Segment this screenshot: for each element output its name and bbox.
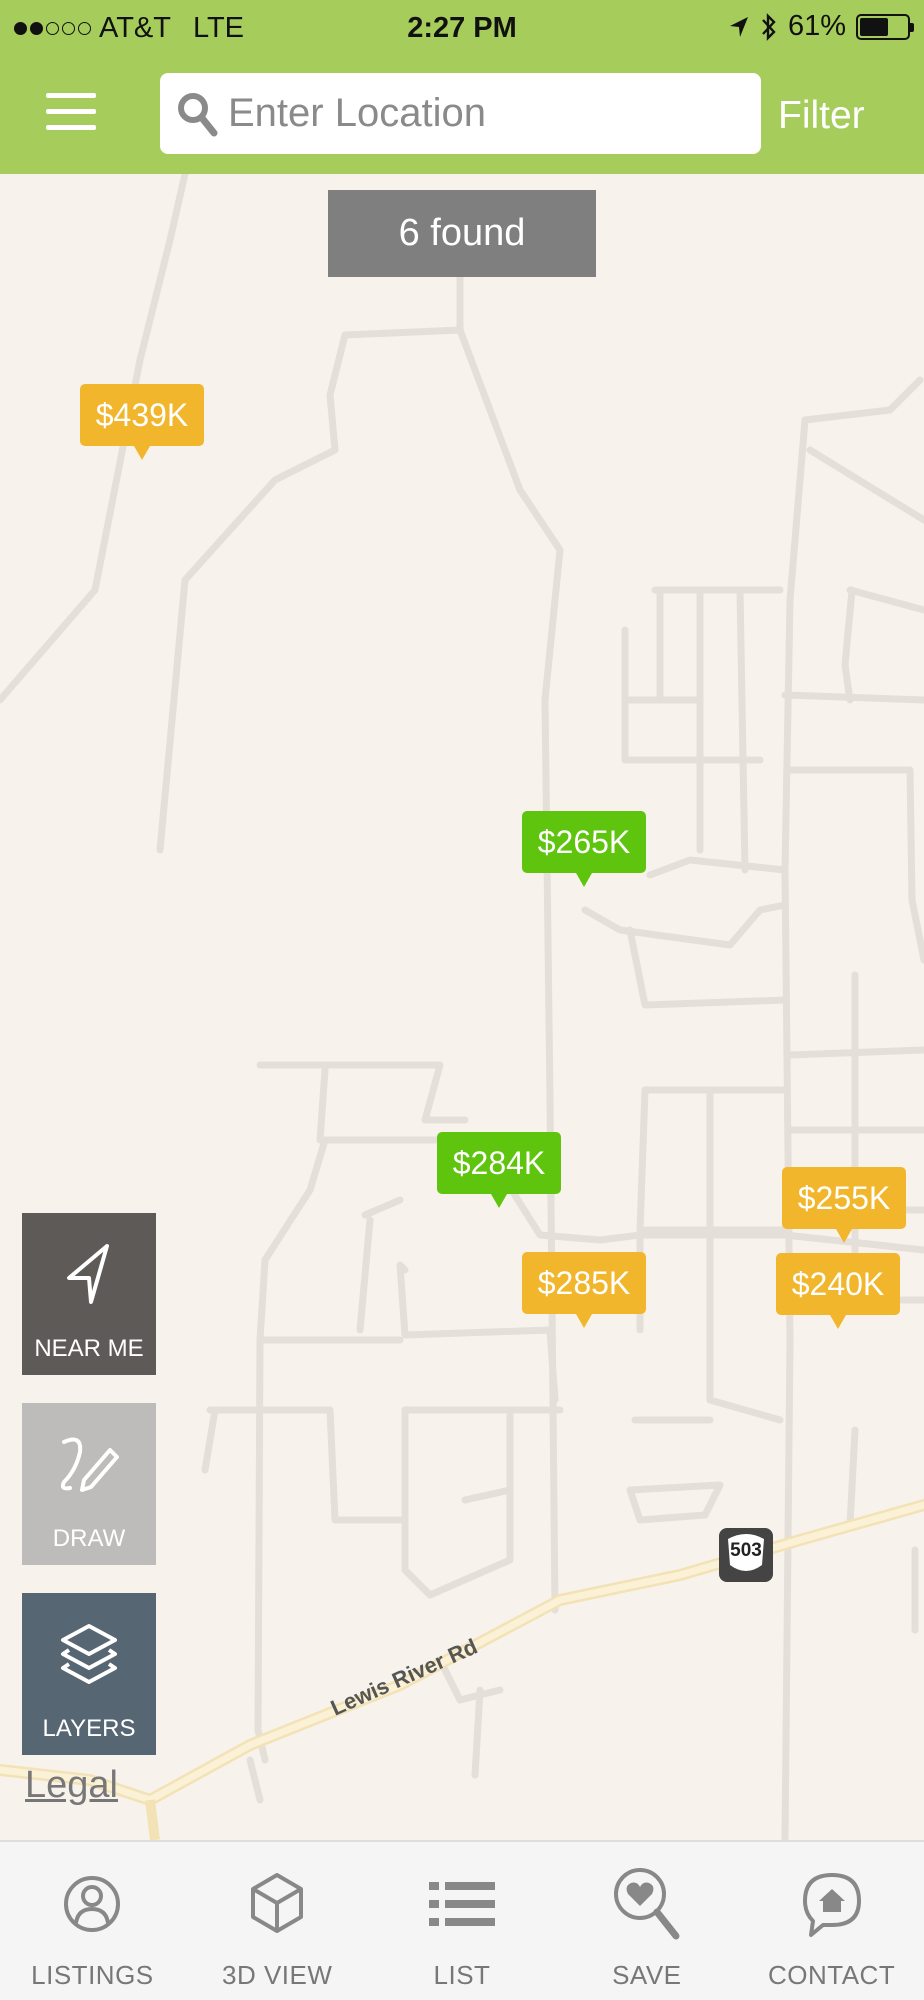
battery-percent: 61% [787, 10, 846, 42]
app: AT&T LTE 2:27 PM 61% Filter [0, 0, 924, 2000]
price-marker[interactable]: $240K [776, 1253, 900, 1329]
bluetooth-icon [762, 12, 776, 41]
near-me-button[interactable]: NEAR ME [22, 1213, 156, 1375]
location-search-input[interactable] [228, 91, 748, 136]
price-marker[interactable]: $285K [522, 1252, 646, 1328]
tab-3d-view[interactable]: 3D VIEW [185, 1842, 370, 2000]
search-icon [178, 92, 218, 136]
layers-label: LAYERS [42, 1715, 136, 1742]
bottom-tab-bar: LISTINGS 3D VIEW LIST SAVE CONTACT [0, 1840, 924, 2000]
layers-icon [61, 1624, 117, 1684]
tab-label: LIST [433, 1960, 491, 1990]
heart-search-icon [613, 1868, 680, 1940]
results-count-banner: 6 found [328, 190, 596, 277]
price-marker[interactable]: $439K [80, 384, 204, 460]
list-icon [428, 1882, 495, 1926]
location-arrow-icon [729, 16, 748, 37]
status-bar: AT&T LTE 2:27 PM 61% [0, 0, 924, 58]
route-number: 503 [730, 1540, 762, 1561]
tab-label: 3D VIEW [221, 1960, 333, 1990]
tab-label: LISTINGS [31, 1960, 154, 1990]
filter-button[interactable]: Filter [778, 94, 865, 138]
price-marker[interactable]: $284K [437, 1132, 561, 1208]
map-view[interactable]: Lewis River Rd 503 6 found $439K $265K $… [0, 174, 924, 1840]
draw-label: DRAW [52, 1525, 126, 1552]
status-right: 61% [728, 10, 914, 43]
tab-label: SAVE [612, 1960, 682, 1990]
tab-label: CONTACT [767, 1960, 896, 1990]
chat-home-icon [802, 1873, 861, 1937]
draw-button[interactable]: DRAW [22, 1403, 156, 1565]
search-box[interactable] [160, 73, 761, 154]
pencil-draw-icon [60, 1437, 119, 1492]
tab-listings[interactable]: LISTINGS [0, 1842, 185, 2000]
tab-save[interactable]: SAVE [554, 1842, 739, 2000]
price-marker[interactable]: $265K [522, 811, 646, 887]
price-marker[interactable]: $255K [782, 1167, 906, 1243]
cube-icon [251, 1873, 304, 1933]
navigation-arrow-icon [67, 1244, 109, 1304]
battery-icon [856, 13, 914, 40]
tab-contact[interactable]: CONTACT [739, 1842, 924, 2000]
hamburger-menu-button[interactable] [46, 93, 96, 135]
legal-link[interactable]: Legal [25, 1764, 118, 1807]
header-bar: Filter [0, 58, 924, 174]
road-label: Lewis River Rd [327, 1634, 481, 1721]
person-icon [64, 1876, 121, 1932]
route-shield-icon: 503 [719, 1528, 773, 1582]
layers-button[interactable]: LAYERS [22, 1593, 156, 1755]
near-me-label: NEAR ME [34, 1335, 144, 1362]
tab-list[interactable]: LIST [370, 1842, 555, 2000]
